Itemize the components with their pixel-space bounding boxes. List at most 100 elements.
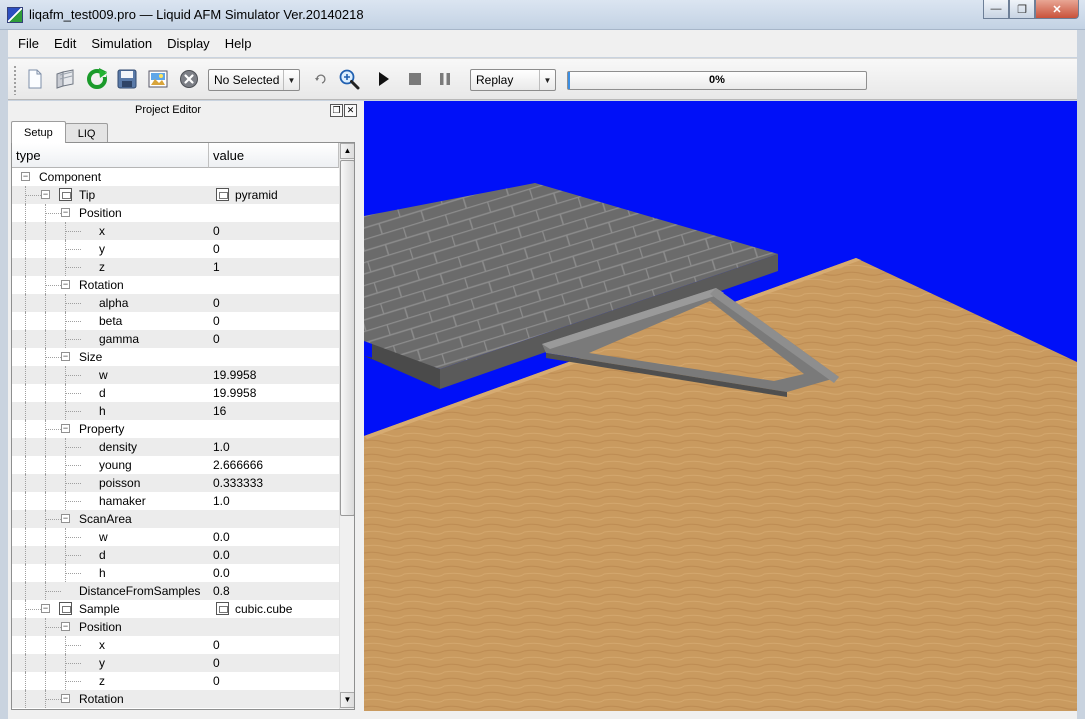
tree-cell-value[interactable]: 0 bbox=[213, 332, 220, 346]
tree-row[interactable]: w 19.9958 bbox=[12, 366, 339, 384]
tree-cell-type: Rotation bbox=[79, 278, 124, 292]
tree-row[interactable]: h 0.0 bbox=[12, 564, 339, 582]
tree-row[interactable]: poisson 0.333333 bbox=[12, 474, 339, 492]
dock-close-button[interactable]: ✕ bbox=[344, 104, 357, 117]
tree-row[interactable]: DistanceFromSamples 0.8 bbox=[12, 582, 339, 600]
tree-cell-value[interactable]: 0 bbox=[213, 314, 220, 328]
menu-edit[interactable]: Edit bbox=[49, 36, 81, 51]
tree-row[interactable]: − Tip pyramid bbox=[12, 186, 339, 204]
tab-liq[interactable]: LIQ bbox=[64, 123, 109, 143]
open-file-button[interactable] bbox=[53, 67, 77, 91]
tree-row[interactable]: − Component bbox=[12, 168, 339, 186]
collapse-toggle-icon[interactable]: − bbox=[21, 172, 30, 181]
collapse-toggle-icon[interactable]: − bbox=[61, 514, 70, 523]
scroll-down-icon[interactable]: ▼ bbox=[340, 692, 354, 708]
tree-row[interactable]: − Rotation bbox=[12, 690, 339, 708]
snapshot-button[interactable] bbox=[146, 67, 170, 91]
menu-display[interactable]: Display bbox=[162, 36, 215, 51]
tree-row[interactable]: beta 0 bbox=[12, 312, 339, 330]
mode-combo[interactable]: Replay ▼ bbox=[470, 69, 556, 91]
tree-row[interactable]: − ScanArea bbox=[12, 510, 339, 528]
tree-cell-type: Property bbox=[79, 422, 125, 436]
maximize-button[interactable]: ❐ bbox=[1009, 0, 1035, 19]
tree-cell-value[interactable]: 1.0 bbox=[213, 494, 230, 508]
delete-button[interactable] bbox=[177, 67, 201, 91]
tree-cell-value[interactable]: 0 bbox=[213, 638, 220, 652]
tree-row[interactable]: y0 bbox=[12, 240, 339, 258]
tree-cell-value[interactable]: 0.8 bbox=[213, 584, 230, 598]
tree-row[interactable]: d 19.9958 bbox=[12, 384, 339, 402]
tree-cell-value[interactable]: 2.666666 bbox=[213, 458, 263, 472]
tree-cell-type: gamma bbox=[99, 332, 140, 346]
tree-cell-value[interactable]: 1 bbox=[213, 260, 220, 274]
collapse-toggle-icon[interactable]: − bbox=[41, 604, 50, 613]
tree-row[interactable]: hamaker 1.0 bbox=[12, 492, 339, 510]
tree-row[interactable]: − Rotation bbox=[12, 276, 339, 294]
collapse-toggle-icon[interactable]: − bbox=[61, 424, 70, 433]
scroll-up-icon[interactable]: ▲ bbox=[340, 143, 354, 159]
new-file-button[interactable] bbox=[23, 67, 47, 91]
tree-row[interactable]: w 0.0 bbox=[12, 528, 339, 546]
tree-cell-value[interactable]: 0.0 bbox=[213, 566, 230, 580]
column-header-type[interactable]: type bbox=[12, 143, 209, 168]
tree-row[interactable]: z0 bbox=[12, 672, 339, 690]
stop-button[interactable] bbox=[403, 67, 427, 91]
undock-button[interactable]: ❐ bbox=[330, 104, 343, 117]
tree-cell-value[interactable]: 19.9958 bbox=[213, 368, 256, 382]
collapse-toggle-icon[interactable]: − bbox=[61, 694, 70, 703]
tree-cell-value[interactable]: 0 bbox=[213, 242, 220, 256]
tree-row[interactable]: y0 bbox=[12, 654, 339, 672]
collapse-toggle-icon[interactable]: − bbox=[61, 622, 70, 631]
tree-row[interactable]: alpha 0 bbox=[12, 294, 339, 312]
tree-cell-value[interactable]: cubic.cube bbox=[235, 602, 292, 616]
menu-simulation[interactable]: Simulation bbox=[86, 36, 157, 51]
tree-row[interactable]: − Position bbox=[12, 204, 339, 222]
tree-cell-value[interactable]: 0 bbox=[213, 656, 220, 670]
tree-row[interactable]: − Position bbox=[12, 618, 339, 636]
tree-guide-line bbox=[65, 303, 81, 304]
tree-row[interactable]: − Sample cubic.cube bbox=[12, 600, 339, 618]
tree-row[interactable]: density 1.0 bbox=[12, 438, 339, 456]
column-header-value[interactable]: value bbox=[209, 143, 339, 168]
tree-scrollbar[interactable]: ▲ ▼ bbox=[339, 143, 354, 709]
selection-combo[interactable]: No Selected ▼ bbox=[208, 69, 300, 91]
tree-row[interactable]: young 2.666666 bbox=[12, 456, 339, 474]
tree-cell-value[interactable]: 16 bbox=[213, 404, 226, 418]
tree-row[interactable]: x0 bbox=[12, 222, 339, 240]
reset-view-button[interactable] bbox=[308, 67, 332, 91]
tab-setup[interactable]: Setup bbox=[11, 121, 66, 143]
pause-button[interactable] bbox=[433, 67, 457, 91]
menu-file[interactable]: File bbox=[13, 36, 44, 51]
tree-row[interactable]: z1 bbox=[12, 258, 339, 276]
play-button[interactable] bbox=[372, 67, 396, 91]
reload-button[interactable] bbox=[85, 67, 109, 91]
minimize-button[interactable]: — bbox=[983, 0, 1009, 19]
collapse-toggle-icon[interactable]: − bbox=[41, 190, 50, 199]
tree-cell-value[interactable]: 0 bbox=[213, 296, 220, 310]
tree-cell-value[interactable]: 0 bbox=[213, 224, 220, 238]
tree-row[interactable]: x0 bbox=[12, 636, 339, 654]
tree-row[interactable]: − Property bbox=[12, 420, 339, 438]
tree-cell-value[interactable]: pyramid bbox=[235, 188, 278, 202]
menu-help[interactable]: Help bbox=[220, 36, 257, 51]
tree-cell-value[interactable]: 0.333333 bbox=[213, 476, 263, 490]
close-button[interactable]: ✕ bbox=[1035, 0, 1079, 19]
save-button[interactable] bbox=[115, 67, 139, 91]
tree-cell-value[interactable]: 1.0 bbox=[213, 440, 230, 454]
tree-guide-line bbox=[25, 258, 26, 276]
tree-row[interactable]: − Size bbox=[12, 348, 339, 366]
collapse-toggle-icon[interactable]: − bbox=[61, 208, 70, 217]
3d-viewport[interactable] bbox=[364, 101, 1077, 711]
scroll-thumb[interactable] bbox=[340, 160, 354, 516]
tree-cell-value[interactable]: 0.0 bbox=[213, 530, 230, 544]
collapse-toggle-icon[interactable]: − bbox=[61, 352, 70, 361]
tree-cell-value[interactable]: 0.0 bbox=[213, 548, 230, 562]
collapse-toggle-icon[interactable]: − bbox=[61, 280, 70, 289]
zoom-button[interactable] bbox=[337, 67, 361, 91]
tree-row[interactable]: gamma 0 bbox=[12, 330, 339, 348]
tree-row[interactable]: d 0.0 bbox=[12, 546, 339, 564]
tree-cell-value[interactable]: 19.9958 bbox=[213, 386, 256, 400]
tree-cell-value[interactable]: 0 bbox=[213, 674, 220, 688]
toolbar-grip[interactable] bbox=[13, 65, 17, 95]
tree-row[interactable]: h 16 bbox=[12, 402, 339, 420]
